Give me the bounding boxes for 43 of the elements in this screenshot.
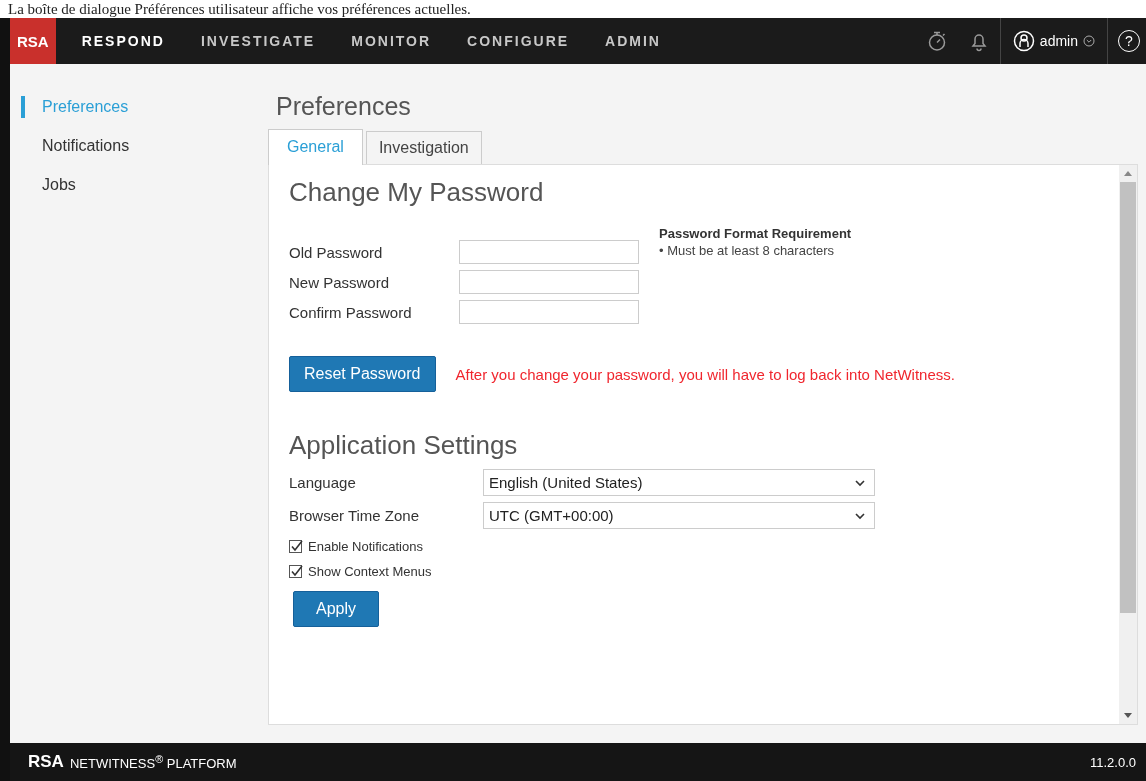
reset-password-button[interactable]: Reset Password <box>289 356 436 392</box>
chevron-icon <box>854 511 866 520</box>
apply-button[interactable]: Apply <box>293 591 380 627</box>
password-field[interactable] <box>459 300 639 324</box>
warning-text: After you change your password, you will have to log back into NetWitness. <box>455 365 955 383</box>
password-field[interactable] <box>459 270 639 294</box>
password-field[interactable] <box>459 240 639 264</box>
field-label: Confirm Password <box>289 303 413 321</box>
version-text: 11.2.0.0 <box>1089 754 1136 770</box>
caret-icon <box>1083 35 1095 47</box>
dropdown[interactable]: UTC (GMT+00:00) <box>483 502 875 529</box>
field-label: Browser Time Zone <box>289 507 421 524</box>
nav-tab[interactable]: CONFIGURE <box>449 33 588 49</box>
field-label: New Password <box>289 273 391 291</box>
checkbox-label: Enable Notifications <box>308 539 423 554</box>
sidebar-item[interactable]: Notifications <box>21 135 130 157</box>
tab[interactable]: Investigation <box>365 131 482 164</box>
checkbox[interactable] <box>289 539 303 554</box>
scrollbar[interactable] <box>1119 165 1137 724</box>
nav-tab[interactable]: RESPOND <box>63 33 183 49</box>
logo: RSA <box>10 18 56 64</box>
footer-logo: RSA <box>28 752 64 772</box>
sidebar-item[interactable]: Jobs <box>21 174 76 196</box>
user-icon <box>1012 30 1035 52</box>
nav-tab[interactable]: INVESTIGATE <box>182 33 334 49</box>
chevron-icon <box>854 478 866 487</box>
section-heading: Change My Password <box>289 177 545 208</box>
page-title: Preferences <box>276 92 412 121</box>
section-heading: Application Settings <box>289 430 519 461</box>
nav-tab[interactable]: MONITOR <box>333 33 450 49</box>
user-menu-button[interactable]: admin <box>1000 30 1107 52</box>
scroll-up-icon[interactable] <box>1124 170 1132 176</box>
scroll-down-icon[interactable] <box>1124 713 1132 719</box>
caption-text: La boîte de dialogue Préférences utilisateur affiche vos préférences actuelles. <box>7 0 472 18</box>
requirement-text: • Must be at least 8 characters <box>659 243 836 258</box>
dropdown[interactable]: English (United States) <box>483 469 875 496</box>
product-name: NETWITNESS$^{®}$ PLATFORM <box>69 752 237 772</box>
checkbox-label: Show Context Menus <box>308 564 432 579</box>
field-label: Old Password <box>289 243 384 261</box>
requirement-title: Password Format Requirement <box>659 226 852 241</box>
field-label: Language <box>289 474 357 491</box>
nav-tab[interactable]: ADMIN <box>587 33 679 49</box>
checkbox[interactable] <box>289 564 303 579</box>
